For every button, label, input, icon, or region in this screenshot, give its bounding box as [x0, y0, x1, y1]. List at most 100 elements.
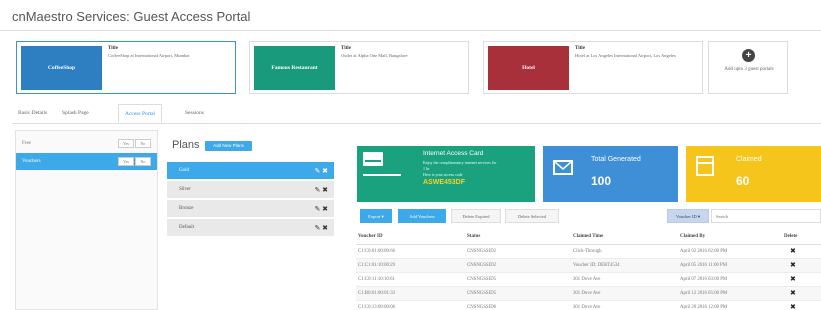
portal-card-restaurant[interactable]: Famous Restaurant Title Outlet at Alpha …	[249, 41, 469, 94]
add-portal-button[interactable]: + Add upto 3 guest portals	[708, 41, 788, 94]
plan-item-default[interactable]: Default ✎ ✖	[167, 219, 334, 237]
table-row: C1:C1:01:10:00:29 CNSNGSSID2 Voucher ID:…	[356, 258, 821, 273]
cell: C1:C0:01:00:00:66	[356, 244, 465, 259]
plan-item-silver[interactable]: Silver ✎ ✖	[167, 181, 334, 199]
access-code: ASWE453DF	[423, 179, 466, 186]
stat-label: Total Generated	[591, 156, 641, 163]
plans-heading: Plans	[172, 139, 200, 151]
close-icon[interactable]: ✖	[322, 224, 328, 232]
cell: Voucher ID: DERT4534	[571, 258, 678, 273]
cell: CNSNGSSID2	[465, 258, 571, 273]
plan-label: Bronze	[179, 206, 194, 211]
plan-item-gold[interactable]: Gold ✎ ✖	[167, 162, 334, 180]
cell: Click-Through	[571, 244, 678, 259]
portal-desc: Outlet at Alpha One Mall, Bangalore	[341, 53, 408, 58]
access-type-free[interactable]: Free Yes No	[16, 135, 157, 152]
plan-label: Silver	[179, 187, 191, 192]
no-toggle[interactable]: No	[135, 157, 151, 166]
col-claimed-time[interactable]: Claimed Time	[571, 230, 678, 245]
cell: 301 Dove Ave	[571, 300, 678, 310]
pencil-icon[interactable]: ✎	[315, 186, 321, 194]
stat-label: Claimed	[736, 156, 762, 163]
col-status[interactable]: Status	[465, 230, 571, 245]
voucher-table: Voucher ID Status Claimed Time Claimed B…	[356, 230, 821, 310]
cell: April 02 2016 02:00 PM	[678, 244, 782, 259]
inbox-icon	[696, 156, 714, 176]
delete-selected-button[interactable]: Delete Selected	[505, 209, 559, 223]
search-input[interactable]	[711, 209, 821, 223]
plan-label: Default	[179, 225, 194, 230]
yes-toggle[interactable]: Yes	[118, 157, 134, 166]
cell: C1:B0:01:00:01:33	[356, 286, 465, 301]
filter-select[interactable]: Voucher ID ▾	[667, 209, 709, 223]
table-header-row: Voucher ID Status Claimed Time Claimed B…	[356, 230, 821, 245]
cell: CNSNGSSID5	[465, 286, 571, 301]
access-type-label: Free	[22, 141, 31, 146]
close-icon[interactable]: ✖	[322, 167, 328, 175]
filter-label: Voucher ID	[675, 214, 697, 219]
add-vouchers-button[interactable]: Add Vouchers	[398, 209, 446, 223]
portal-desc: CoffeeShop at International Airport, Mum…	[108, 53, 190, 58]
internet-access-card: Internet Access Card Enjoy the complimen…	[357, 146, 535, 202]
delete-icon[interactable]: ✖	[782, 244, 821, 259]
no-toggle[interactable]: No	[135, 139, 151, 148]
pencil-icon[interactable]: ✎	[315, 167, 321, 175]
add-plan-button[interactable]: Add New Plans	[205, 141, 252, 151]
add-portal-label: Add upto 3 guest portals	[724, 67, 774, 72]
portal-thumb: Hotel	[488, 46, 569, 90]
app-title: cnMaestro Services: Guest Access Portal	[12, 9, 251, 24]
total-generated-card: Total Generated 100	[543, 146, 678, 202]
tab-splash-page[interactable]: Splash Page	[62, 104, 89, 123]
card-title: Internet Access Card	[423, 150, 484, 157]
yes-toggle[interactable]: Yes	[118, 139, 134, 148]
envelope-icon	[553, 160, 573, 175]
access-type-panel: Free Yes No Vouchers Yes No	[15, 130, 158, 310]
access-type-label: Vouchers	[22, 159, 41, 164]
tab-sessions[interactable]: Sessions	[185, 104, 204, 123]
delete-icon[interactable]: ✖	[782, 286, 821, 301]
access-type-vouchers[interactable]: Vouchers Yes No	[16, 153, 157, 170]
table-row: C1:C0:13:00:00:06 CNSNGSSID6 301 Dove Av…	[356, 300, 821, 310]
table-row: C1:C0:01:00:00:66 CNSNGSSID2 Click-Throu…	[356, 244, 821, 259]
delete-icon[interactable]: ✖	[782, 258, 821, 273]
export-button[interactable]: Export ▾	[360, 209, 392, 223]
cell: 301 Dove Ave	[571, 272, 678, 287]
tab-basic-details[interactable]: Basic Details	[18, 104, 47, 123]
delete-expired-button[interactable]: Delete Expired	[451, 209, 501, 223]
delete-icon[interactable]: ✖	[782, 300, 821, 310]
portal-desc: Hotel at Los Angeles International Airpo…	[575, 53, 676, 58]
col-delete: Delete	[782, 230, 821, 245]
cell: April 20 2016 12:00 PM	[678, 300, 782, 310]
cell: 301 Dove Ave	[571, 286, 678, 301]
cell: CNSNGSSID5	[465, 272, 571, 287]
cell: CNSNGSSID2	[465, 244, 571, 259]
portal-card-hotel[interactable]: Hotel Title Hotel at Los Angeles Interna…	[483, 41, 703, 94]
close-icon[interactable]: ✖	[322, 186, 328, 194]
plan-item-bronze[interactable]: Bronze ✎ ✖	[167, 200, 334, 218]
cell: C1:C1:01:10:00:29	[356, 258, 465, 273]
portal-card-coffeeshop[interactable]: CoffeeShop Title CoffeeShop at Internati…	[16, 41, 236, 94]
cell: April 05 2016 11:00 PM	[678, 258, 782, 273]
cell: C1:C0:11:10:10:61	[356, 272, 465, 287]
cell: April 12 2016 05:00 PM	[678, 286, 782, 301]
pencil-icon[interactable]: ✎	[315, 205, 321, 213]
portal-title: Title	[341, 46, 351, 51]
delete-icon[interactable]: ✖	[782, 272, 821, 287]
col-voucher-id[interactable]: Voucher ID	[356, 230, 465, 245]
table-row: C1:B0:01:00:01:33 CNSNGSSID5 301 Dove Av…	[356, 286, 821, 301]
portal-thumb: CoffeeShop	[21, 46, 102, 90]
card-line: 1 hr	[423, 166, 430, 171]
plan-label: Gold	[179, 168, 189, 173]
tab-access-portal[interactable]: Access Portal	[118, 104, 163, 123]
close-icon[interactable]: ✖	[322, 205, 328, 213]
chevron-down-icon: ▾	[697, 214, 701, 219]
claimed-card: Claimed 60	[686, 146, 821, 202]
stat-value: 60	[736, 174, 750, 188]
card-line: Enjoy the complimentary internet service…	[423, 160, 497, 165]
col-claimed-by[interactable]: Claimed By	[678, 230, 782, 245]
portal-title: Title	[575, 46, 585, 51]
card-line: Here is your access code	[423, 172, 463, 177]
pencil-icon[interactable]: ✎	[315, 224, 321, 232]
stat-value: 100	[591, 174, 612, 188]
cell: C1:C0:13:00:00:06	[356, 300, 465, 310]
